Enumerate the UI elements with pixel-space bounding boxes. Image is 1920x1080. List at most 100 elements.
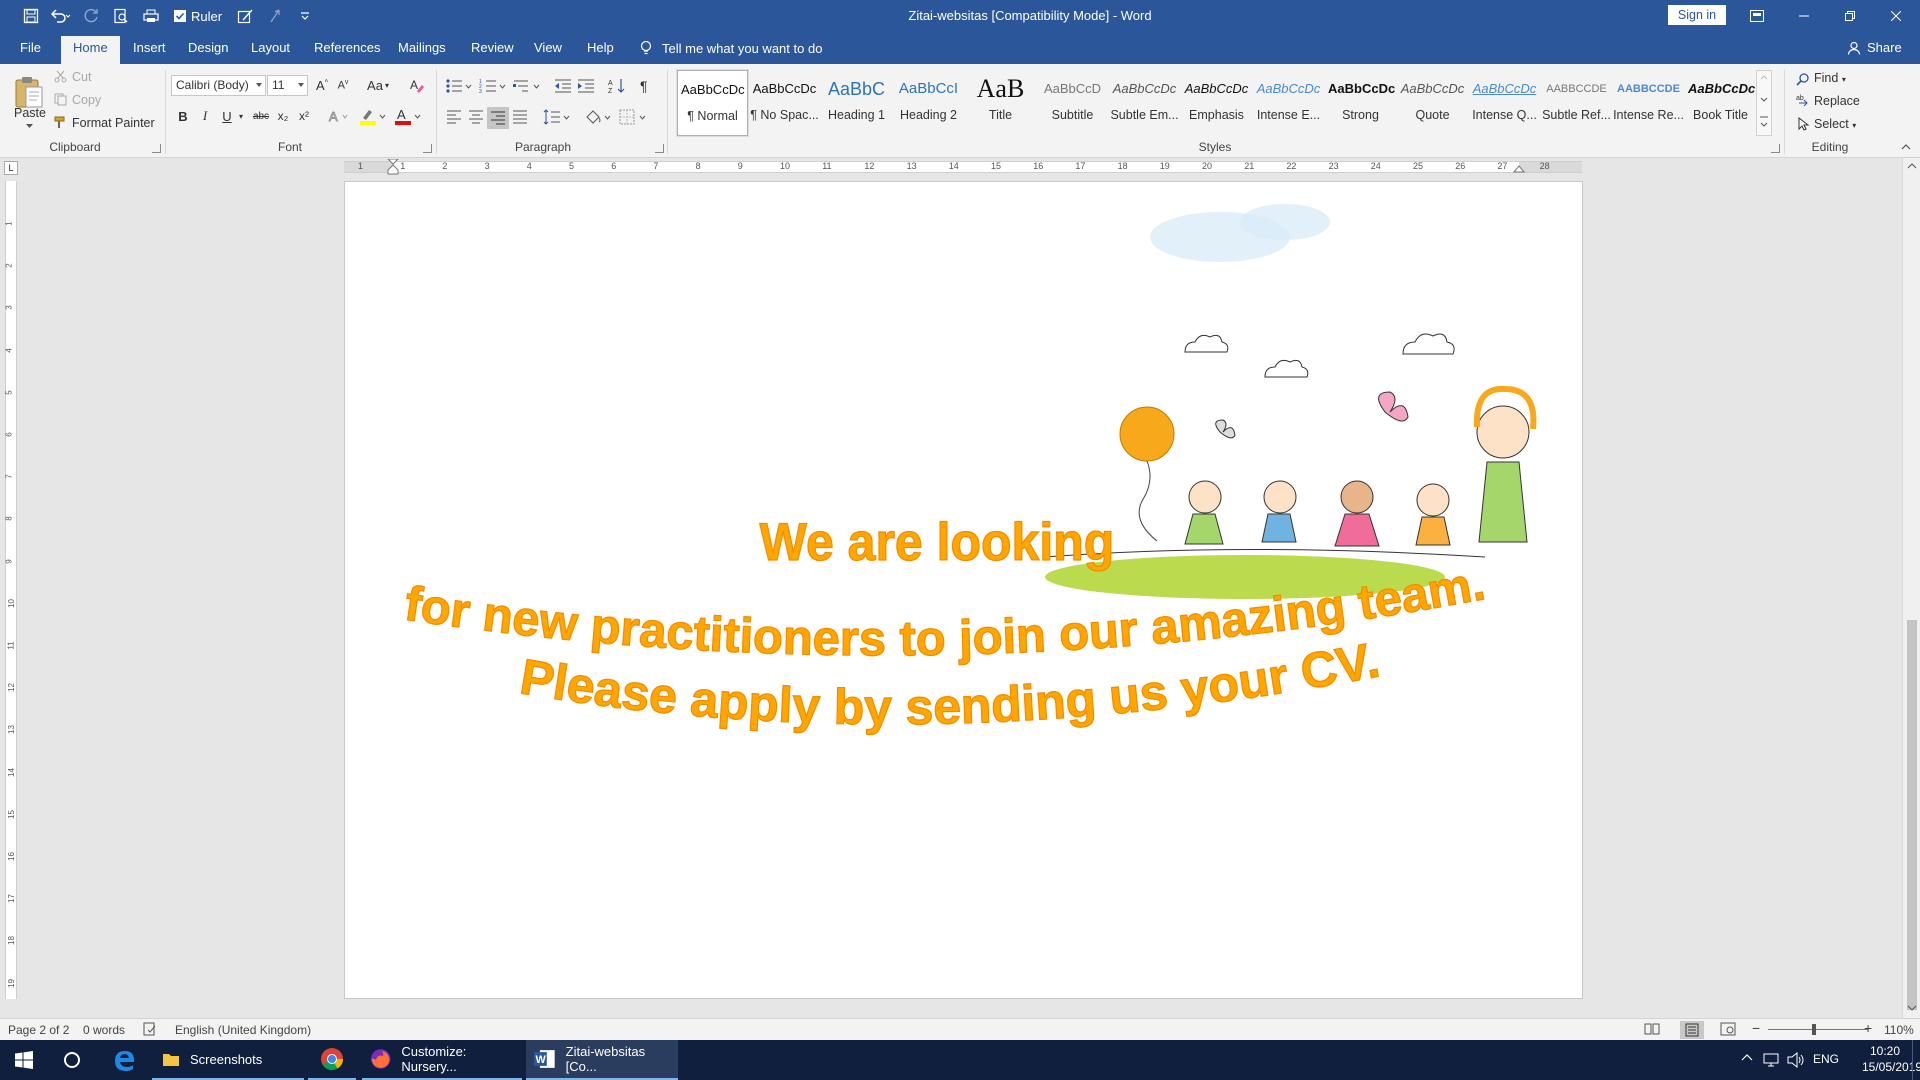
highlight-color-button[interactable]: [358, 106, 388, 126]
tell-me-search[interactable]: Tell me what you want to do: [640, 40, 822, 56]
font-name-combo[interactable]: Calibri (Body): [171, 75, 266, 96]
vertical-scrollbar[interactable]: [1902, 158, 1920, 1018]
proofing-icon[interactable]: [143, 1022, 157, 1036]
select-button[interactable]: Select ▾: [1814, 117, 1856, 131]
tab-review[interactable]: Review: [471, 40, 514, 64]
style-intense-quote[interactable]: AaBbCcDc Intense Q...: [1469, 70, 1540, 136]
style-no-spacing[interactable]: AaBbCcDc ¶ No Spac...: [749, 70, 820, 136]
font-dialog-launcher-icon[interactable]: [423, 144, 432, 153]
scrollbar-thumb[interactable]: [1907, 620, 1917, 1010]
undo-button[interactable]: [48, 5, 74, 27]
shading-button[interactable]: [583, 107, 613, 127]
touch-mode-button[interactable]: [262, 5, 288, 27]
redo-button[interactable]: [78, 5, 104, 27]
style-subtle-reference[interactable]: AABBCCDE Subtle Ref...: [1541, 70, 1612, 136]
word-count-status[interactable]: 0 words: [83, 1023, 125, 1037]
numbering-button[interactable]: 123: [478, 76, 508, 96]
shrink-font-button[interactable]: Av: [334, 75, 352, 95]
read-mode-icon[interactable]: [1644, 1022, 1660, 1036]
share-button[interactable]: Share: [1847, 40, 1902, 55]
style-subtle-emphasis[interactable]: AaBbCcDc Subtle Em...: [1109, 70, 1180, 136]
change-case-button[interactable]: Aa ▾: [363, 75, 393, 95]
text-effects-button[interactable]: A: [326, 106, 352, 126]
style-intense-emphasis[interactable]: AaBbCcDc Intense E...: [1253, 70, 1324, 136]
style-strong[interactable]: AaBbCcDc Strong: [1325, 70, 1396, 136]
decrease-indent-button[interactable]: [553, 76, 573, 96]
copy-button[interactable]: Copy: [72, 93, 101, 107]
vertical-ruler[interactable]: 1 2 3 4 5 6 7 8 9 10 11 12 13 14 15 16 17 18 19: [5, 181, 17, 999]
taskbar-edge-button[interactable]: [100, 1040, 148, 1080]
sort-button[interactable]: AZ: [607, 76, 627, 96]
right-indent-marker-icon[interactable]: [1513, 164, 1525, 173]
taskbar-chrome-button[interactable]: [308, 1040, 356, 1080]
tab-view[interactable]: View: [534, 40, 562, 64]
multilevel-list-button[interactable]: [512, 76, 542, 96]
format-painter-button[interactable]: Format Painter: [72, 116, 155, 130]
italic-button[interactable]: I: [196, 106, 214, 126]
clock[interactable]: 10:20 15/05/2019: [1862, 1044, 1920, 1074]
print-layout-icon[interactable]: [1680, 1021, 1704, 1039]
zoom-in-button[interactable]: +: [1864, 1020, 1872, 1036]
cut-button[interactable]: Cut: [72, 70, 91, 84]
justify-button[interactable]: [510, 107, 530, 127]
minimize-button[interactable]: [1781, 0, 1827, 32]
language-status[interactable]: English (United Kingdom): [175, 1023, 311, 1037]
collapse-ribbon-button[interactable]: [1899, 140, 1913, 154]
style-intense-reference[interactable]: AABBCCDE Intense Re...: [1613, 70, 1684, 136]
indent-markers-icon[interactable]: [386, 159, 400, 175]
input-language[interactable]: ENG: [1813, 1052, 1839, 1066]
cortana-button[interactable]: [48, 1040, 96, 1080]
sign-in-button[interactable]: Sign in: [1668, 5, 1726, 25]
style-quote[interactable]: AaBbCcDc Quote: [1397, 70, 1468, 136]
tab-help[interactable]: Help: [587, 40, 614, 64]
zoom-slider-thumb[interactable]: [1812, 1024, 1816, 1035]
style-normal[interactable]: AaBbCcDc ¶ Normal: [676, 69, 749, 137]
taskbar-file-explorer[interactable]: Screenshots: [152, 1040, 304, 1080]
underline-button[interactable]: U: [218, 106, 236, 126]
paragraph-dialog-launcher-icon[interactable]: [655, 144, 664, 153]
paste-options-chevron-icon[interactable]: [24, 122, 34, 130]
zoom-out-button[interactable]: −: [1752, 1020, 1760, 1036]
restore-button[interactable]: [1827, 0, 1873, 32]
align-center-button[interactable]: [466, 107, 486, 127]
underline-options-chevron-icon[interactable]: ▾: [236, 106, 246, 126]
print-preview-button[interactable]: [108, 5, 134, 27]
scroll-up-icon[interactable]: [1907, 162, 1917, 170]
style-heading-2[interactable]: AaBbCcI Heading 2: [893, 70, 964, 136]
style-emphasis[interactable]: AaBbCcDc Emphasis: [1181, 70, 1252, 136]
taskbar-firefox[interactable]: Customize: Nursery...: [362, 1040, 522, 1080]
tab-design[interactable]: Design: [188, 40, 228, 64]
ruler-toggle[interactable]: Ruler: [174, 9, 222, 24]
save-button[interactable]: [18, 5, 44, 27]
start-button[interactable]: [0, 1040, 48, 1080]
style-subtitle[interactable]: AaBbCcD Subtitle: [1037, 70, 1108, 136]
tab-references[interactable]: References: [314, 40, 380, 64]
tab-insert[interactable]: Insert: [133, 40, 166, 64]
line-spacing-button[interactable]: [542, 107, 572, 127]
styles-gallery-scroller[interactable]: [1756, 70, 1772, 136]
grow-font-button[interactable]: A^: [313, 75, 331, 95]
strikethrough-button[interactable]: abc: [250, 106, 272, 126]
style-book-title[interactable]: AaBbCcDc Book Title: [1685, 70, 1756, 136]
tab-file[interactable]: File: [20, 40, 41, 64]
tab-selector-button[interactable]: L: [4, 161, 18, 175]
ribbon-display-options-button[interactable]: [1734, 0, 1780, 32]
zoom-level[interactable]: 110%: [1884, 1023, 1914, 1037]
tab-home[interactable]: Home: [61, 36, 120, 64]
scroll-down-icon[interactable]: [1907, 1004, 1917, 1012]
tab-mailings[interactable]: Mailings: [398, 40, 446, 64]
find-button[interactable]: Find ▾: [1814, 71, 1846, 85]
wordart-line-1[interactable]: We are looking: [759, 512, 1115, 572]
replace-button[interactable]: Replace: [1814, 94, 1860, 108]
superscript-button[interactable]: x²: [295, 106, 313, 126]
zoom-slider[interactable]: [1768, 1029, 1868, 1030]
align-left-button[interactable]: [444, 107, 464, 127]
increase-indent-button[interactable]: [576, 76, 596, 96]
font-color-button[interactable]: A: [393, 106, 423, 126]
volume-icon[interactable]: [1787, 1052, 1805, 1068]
draw-table-button[interactable]: [232, 5, 258, 27]
customize-qat-button[interactable]: [292, 5, 318, 27]
quick-print-button[interactable]: [138, 5, 164, 27]
document-page[interactable]: We are looking for new practitioners to …: [344, 181, 1583, 999]
font-size-combo[interactable]: 11: [267, 75, 308, 96]
